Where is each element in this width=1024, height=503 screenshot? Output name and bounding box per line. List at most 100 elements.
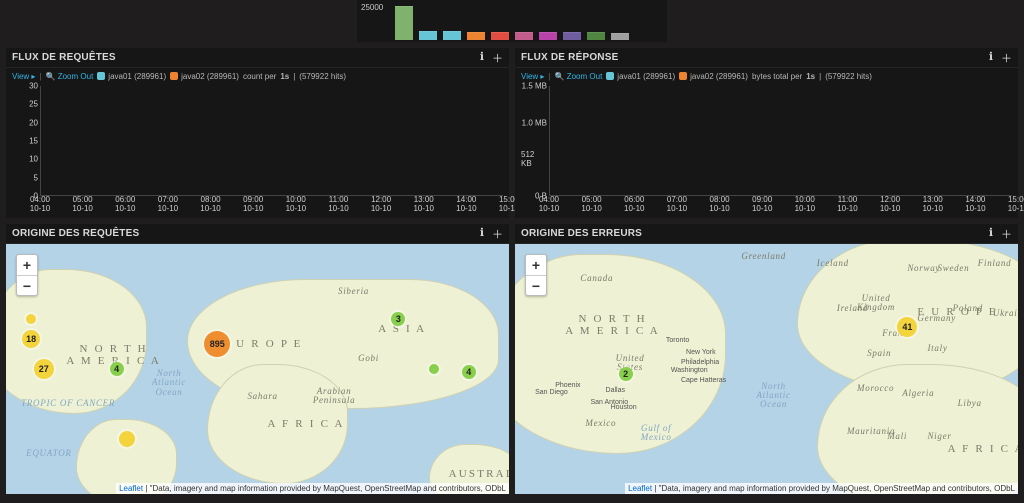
y-axis: 0 B512 KB1.0 MB1.5 MB <box>521 86 549 196</box>
info-icon[interactable]: ℹ <box>480 50 484 66</box>
map-label: Sahara <box>247 392 277 401</box>
leaflet-link[interactable]: Leaflet <box>628 484 652 493</box>
map-label: Ireland <box>837 304 868 313</box>
map-marker[interactable]: 2 <box>619 367 633 381</box>
panel-origine-requetes: ORIGINE DES REQUÊTES ℹ ＋ + − Leaflet | "… <box>6 224 509 494</box>
map-label: Dallas <box>606 387 625 394</box>
map-marker[interactable]: 3 <box>391 312 405 326</box>
zoom-control: + − <box>525 254 547 296</box>
swatch-orange-icon <box>170 72 178 80</box>
zoom-out-link[interactable]: 🔍 Zoom Out <box>46 72 94 81</box>
legend-java01[interactable]: java01 (289961) <box>97 72 166 81</box>
leaflet-link[interactable]: Leaflet <box>119 484 143 493</box>
chart-bars <box>41 86 503 195</box>
map-marker[interactable]: 4 <box>110 362 124 376</box>
top-bar <box>539 32 557 40</box>
top-bar <box>587 32 605 40</box>
zoom-out-button[interactable]: − <box>17 275 37 295</box>
map-label: Sweden <box>938 264 970 273</box>
add-icon[interactable]: ＋ <box>1001 50 1012 66</box>
map-label: Libya <box>958 399 982 408</box>
top-bar <box>611 33 629 40</box>
map-marker[interactable] <box>119 431 135 447</box>
view-link[interactable]: View ▸ <box>12 72 35 81</box>
map-marker[interactable]: 41 <box>897 317 917 337</box>
agg-label: bytes total per <box>752 72 802 81</box>
map-label: Finland <box>978 259 1012 268</box>
map-label: EQUATOR <box>26 449 72 458</box>
map-label: Siberia <box>338 287 369 296</box>
world-map[interactable]: + − Leaflet | "Data, imagery and map inf… <box>515 244 1018 494</box>
map-label: San Antonio <box>590 399 628 406</box>
top-bar <box>395 6 413 40</box>
map-label: Gobi <box>358 354 379 363</box>
hits-label: (579922 hits) <box>299 72 346 81</box>
hits-label: (579922 hits) <box>825 72 872 81</box>
legend-java02[interactable]: java02 (289961) <box>679 72 748 81</box>
map-attribution: Leaflet | "Data, imagery and map informa… <box>625 483 1018 494</box>
map-label: ArabianPeninsula <box>313 387 355 406</box>
zoom-out-link[interactable]: 🔍 Zoom Out <box>555 72 603 81</box>
top-bar <box>563 32 581 40</box>
map-label: Phoenix <box>555 382 580 389</box>
map-label: AUSTRALIA <box>449 469 509 481</box>
add-icon[interactable]: ＋ <box>1001 226 1012 242</box>
top-bar <box>491 32 509 40</box>
map-attribution: Leaflet | "Data, imagery and map informa… <box>116 483 509 494</box>
map-marker[interactable] <box>429 364 439 374</box>
map-label: NorthAtlanticOcean <box>152 369 186 397</box>
map-label: A S I A <box>378 324 426 336</box>
map-label: NorthAtlanticOcean <box>756 382 790 410</box>
map-marker[interactable]: 27 <box>34 359 54 379</box>
map-label: Cape Hatteras <box>681 377 726 384</box>
map-label: Mali <box>887 432 907 441</box>
interval-label: 1s <box>280 72 289 81</box>
swatch-teal-icon <box>606 72 614 80</box>
top-bar <box>443 31 461 40</box>
map-label: Algeria <box>902 389 934 398</box>
add-icon[interactable]: ＋ <box>492 226 503 242</box>
dashboard-grid: FLUX DE REQUÊTES ℹ ＋ View ▸ | 🔍 Zoom Out… <box>0 42 1024 500</box>
map-label: Gulf ofMexico <box>641 424 672 443</box>
map-label: Ukraine <box>993 309 1018 318</box>
panel-subheader: View ▸ | 🔍 Zoom Out java01 (289961) java… <box>6 68 509 84</box>
map-label: Mexico <box>585 419 616 428</box>
map-label: TROPIC OF CANCER <box>21 399 115 408</box>
panel-title: ORIGINE DES ERREURS <box>521 228 989 239</box>
map-label: Italy <box>927 344 947 353</box>
zoom-in-button[interactable]: + <box>17 255 37 275</box>
map-label: Washington <box>671 367 708 374</box>
map-label: Spain <box>867 349 891 358</box>
world-map[interactable]: + − Leaflet | "Data, imagery and map inf… <box>6 244 509 494</box>
map-label: San Diego <box>535 389 568 396</box>
map-marker[interactable]: 4 <box>462 365 476 379</box>
map-label: A F R I C A <box>948 444 1018 456</box>
top-mini-chart-row: 25000 <box>0 0 1024 42</box>
top-bar <box>467 32 485 40</box>
x-axis: 04:0010-1005:0010-1006:0010-1007:0010-10… <box>549 196 1018 218</box>
map-label: Iceland <box>817 259 849 268</box>
zoom-out-button[interactable]: − <box>526 275 546 295</box>
info-icon[interactable]: ℹ <box>480 226 484 242</box>
add-icon[interactable]: ＋ <box>492 50 503 66</box>
top-mini-chart-ylabel: 25000 <box>361 3 383 12</box>
panel-flux-requetes: FLUX DE REQUÊTES ℹ ＋ View ▸ | 🔍 Zoom Out… <box>6 48 509 218</box>
legend-java01[interactable]: java01 (289961) <box>606 72 675 81</box>
map-label: New York <box>686 349 716 356</box>
zoom-in-button[interactable]: + <box>526 255 546 275</box>
map-label: Toronto <box>666 337 689 344</box>
map-marker[interactable]: 895 <box>204 331 230 357</box>
map-marker[interactable] <box>26 314 36 324</box>
panel-header: FLUX DE REQUÊTES ℹ ＋ <box>6 48 509 68</box>
info-icon[interactable]: ℹ <box>989 50 993 66</box>
map-marker[interactable]: 18 <box>22 330 40 348</box>
panel-subheader: View ▸ | 🔍 Zoom Out java01 (289961) java… <box>515 68 1018 84</box>
y-axis: 051015202530 <box>12 86 40 196</box>
legend-java02[interactable]: java02 (289961) <box>170 72 239 81</box>
panel-title: ORIGINE DES REQUÊTES <box>12 228 480 239</box>
chart-bars <box>550 86 1012 195</box>
panel-header: FLUX DE RÉPONSE ℹ ＋ <box>515 48 1018 68</box>
view-link[interactable]: View ▸ <box>521 72 544 81</box>
info-icon[interactable]: ℹ <box>989 226 993 242</box>
map-label: Morocco <box>857 384 894 393</box>
